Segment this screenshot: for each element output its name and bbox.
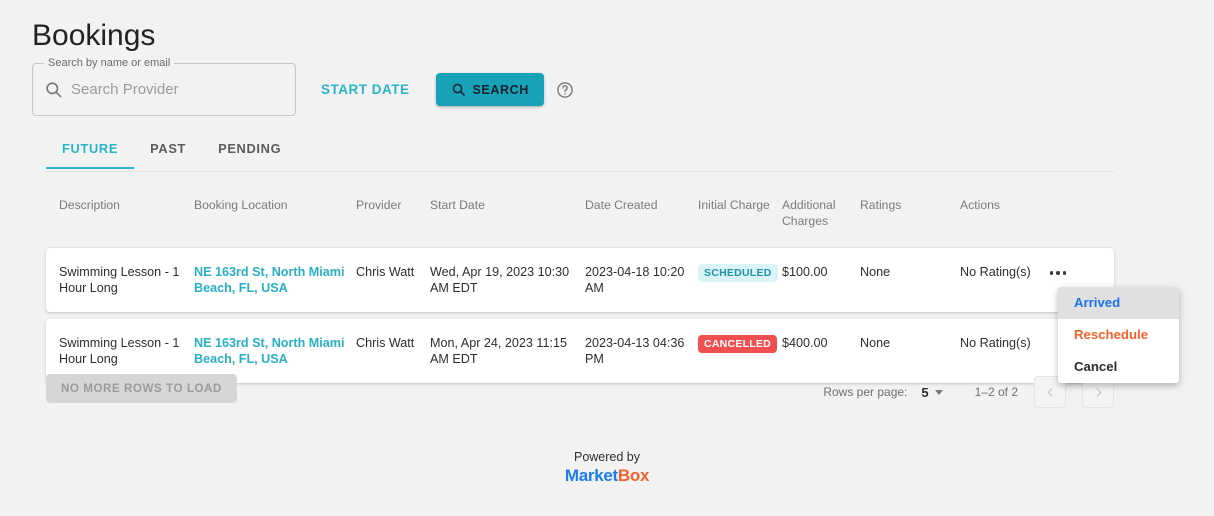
- footer: Powered by MarketBox: [0, 450, 1214, 486]
- table-row[interactable]: Swimming Lesson - 1 Hour Long NE 163rd S…: [46, 248, 1114, 312]
- logo-market-text: Market: [564, 466, 618, 485]
- menu-item-cancel[interactable]: Cancel: [1058, 351, 1179, 383]
- search-icon: [43, 80, 63, 100]
- menu-item-reschedule[interactable]: Reschedule: [1058, 319, 1179, 351]
- no-more-rows-button: NO MORE ROWS TO LOAD: [46, 374, 237, 403]
- cell-ratings: No Rating(s): [960, 336, 1031, 350]
- cell-ratings: No Rating(s): [960, 265, 1031, 279]
- bookings-table: Description Booking Location Provider St…: [46, 183, 1114, 390]
- rows-per-page-label: Rows per page:: [823, 385, 908, 399]
- cell-description: Swimming Lesson - 1 Hour Long: [59, 336, 180, 366]
- rows-per-page-select[interactable]: 5: [921, 384, 943, 400]
- cell-status: SCHEDULED: [698, 264, 782, 282]
- column-header-status: Initial Charge: [698, 198, 770, 212]
- column-header-initial-charge: Additional Charges: [782, 198, 836, 228]
- search-input[interactable]: [71, 81, 266, 98]
- search-icon: [451, 82, 466, 97]
- cell-initial-charge: $100.00: [782, 265, 828, 279]
- search-button[interactable]: SEARCH: [435, 73, 544, 106]
- booking-location-link[interactable]: NE 163rd St, North Miami Beach, FL, USA: [194, 336, 344, 366]
- powered-by-label: Powered by: [573, 450, 640, 464]
- cell-provider: Chris Watt: [356, 336, 415, 350]
- cell-status: CANCELLED: [698, 335, 782, 353]
- status-badge: SCHEDULED: [698, 264, 778, 282]
- marketbox-logo: MarketBox: [564, 466, 650, 486]
- table-header-row: Description Booking Location Provider St…: [46, 183, 1114, 248]
- column-header-additional-charges: Ratings: [860, 198, 902, 212]
- search-button-label: SEARCH: [472, 82, 529, 97]
- menu-item-arrived[interactable]: Arrived: [1058, 287, 1179, 319]
- actions-dropdown-menu: Arrived Reschedule Cancel: [1058, 287, 1179, 383]
- tab-past[interactable]: PAST: [134, 141, 202, 168]
- pagination-range: 1–2 of 2: [974, 385, 1018, 399]
- bookings-tabs: FUTURE PAST PENDING: [46, 141, 1114, 172]
- cell-additional-charges: None: [860, 336, 891, 350]
- rows-per-page-value: 5: [921, 384, 929, 400]
- cell-description: Swimming Lesson - 1 Hour Long: [59, 265, 180, 295]
- column-header-date-created: Date Created: [585, 198, 658, 212]
- cell-date-created: 2023-04-13 04:36 PM: [585, 336, 685, 366]
- cell-additional-charges: None: [860, 265, 891, 279]
- chevron-down-icon: [934, 389, 943, 395]
- more-horizontal-icon[interactable]: [1044, 262, 1072, 284]
- cell-booking-location: NE 163rd St, North Miami Beach, FL, USA: [194, 335, 356, 367]
- search-provider-field[interactable]: Search by name or email: [32, 57, 296, 116]
- booking-location-link[interactable]: NE 163rd St, North Miami Beach, FL, USA: [194, 265, 344, 295]
- cell-booking-location: NE 163rd St, North Miami Beach, FL, USA: [194, 264, 356, 296]
- cell-actions: [1044, 264, 1106, 284]
- cell-initial-charge: $400.00: [782, 336, 828, 350]
- column-header-start-date: Start Date: [430, 198, 485, 212]
- start-date-button[interactable]: START DATE: [317, 76, 414, 103]
- logo-box-text: Box: [617, 466, 650, 485]
- help-circle-icon[interactable]: [555, 80, 575, 100]
- column-header-provider: Provider: [356, 198, 402, 212]
- column-header-booking-location: Booking Location: [194, 198, 288, 212]
- search-toolbar: Search by name or email START DATE SEARC…: [32, 57, 575, 116]
- cell-date-created: 2023-04-18 10:20 AM: [585, 265, 685, 295]
- bookings-page: Bookings Search by name or email START D…: [0, 0, 1214, 516]
- column-header-ratings: Actions: [960, 198, 1000, 212]
- cell-start-date: Wed, Apr 19, 2023 10:30 AM EDT: [430, 265, 570, 295]
- column-header-description: Description: [59, 198, 120, 212]
- cell-start-date: Mon, Apr 24, 2023 11:15 AM EDT: [430, 336, 567, 366]
- status-badge: CANCELLED: [698, 335, 777, 353]
- tab-future[interactable]: FUTURE: [46, 141, 135, 169]
- page-title: Bookings: [32, 19, 156, 52]
- search-field-label: Search by name or email: [44, 57, 175, 69]
- tab-pending[interactable]: PENDING: [202, 141, 297, 168]
- cell-provider: Chris Watt: [356, 265, 415, 279]
